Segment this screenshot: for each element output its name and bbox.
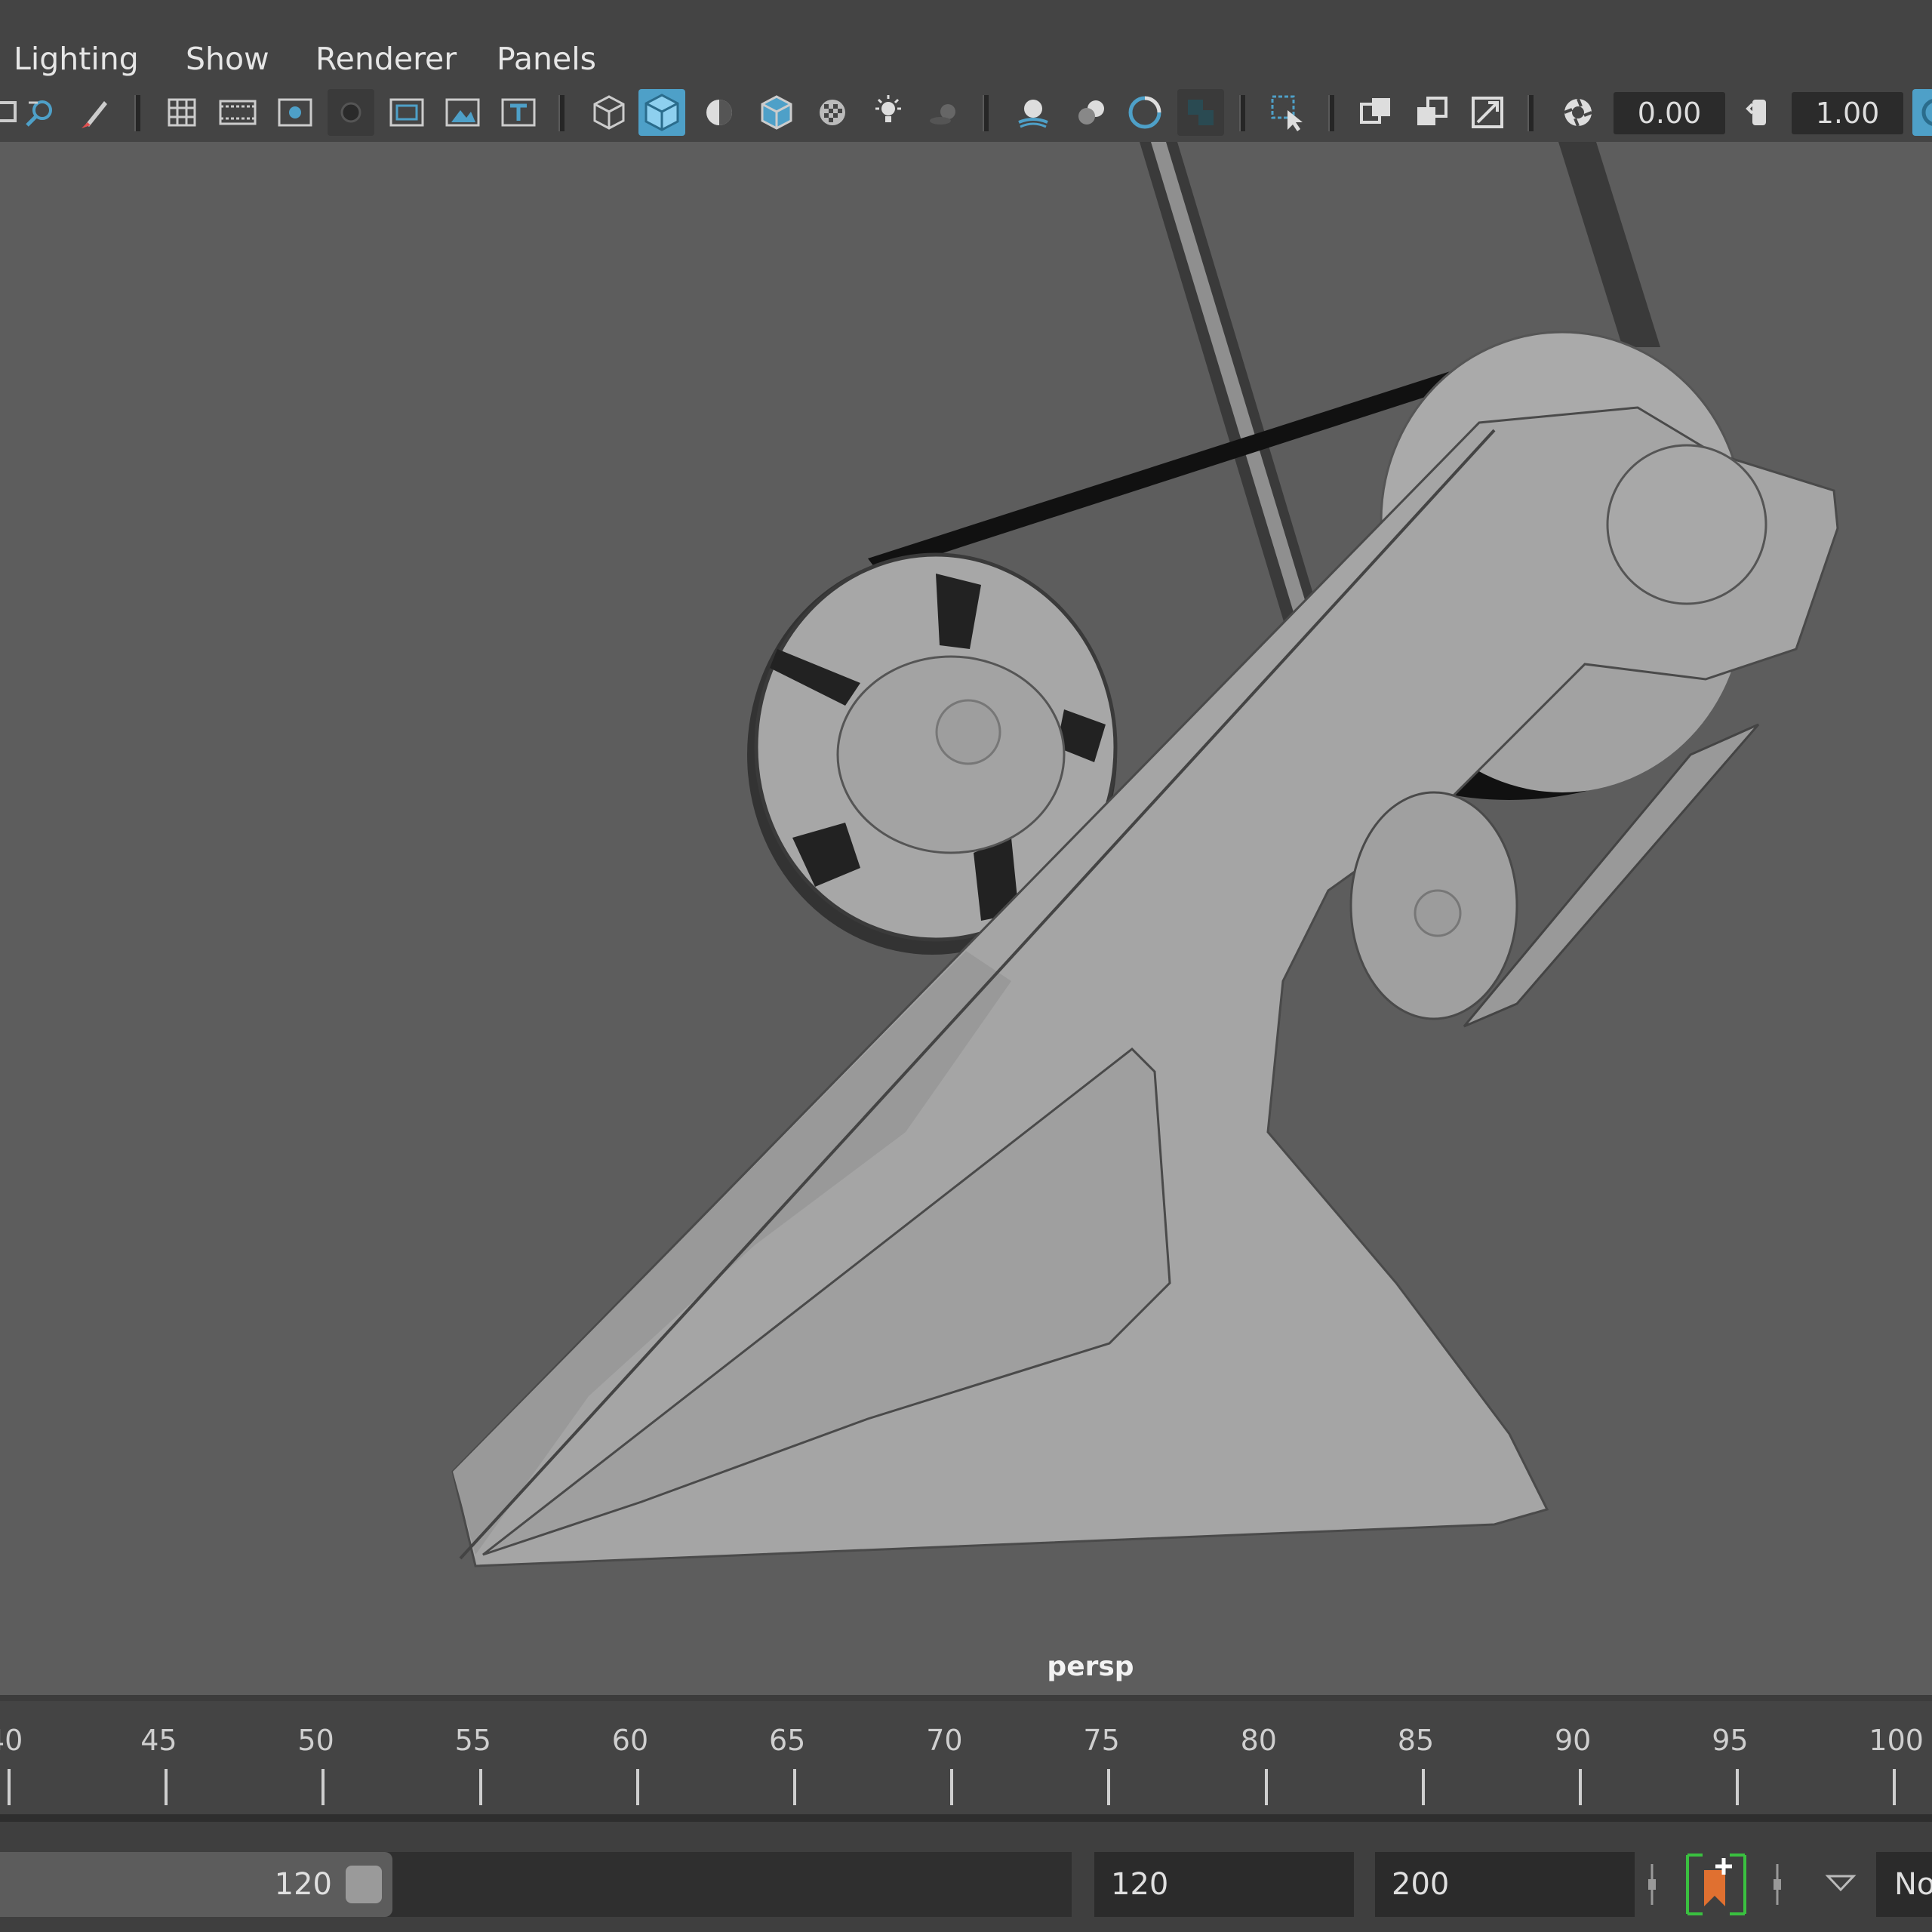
- time-slider-tick-label: 55: [454, 1724, 491, 1757]
- isolate-select-icon[interactable]: [1265, 89, 1312, 136]
- time-slider-tick-label: 45: [140, 1724, 177, 1757]
- time-slider-tick: [1579, 1769, 1582, 1805]
- panel-toolbar: 0.00 1.00: [0, 85, 1932, 143]
- resolution-gate-icon[interactable]: [272, 89, 318, 136]
- auto-key-icon[interactable]: [1681, 1852, 1751, 1917]
- xray-joints-icon[interactable]: [1408, 89, 1455, 136]
- time-slider-tick-label: 95: [1712, 1724, 1749, 1757]
- range-slider-handle[interactable]: [346, 1866, 382, 1903]
- gate-mask-icon[interactable]: [328, 89, 374, 136]
- field-chart-icon[interactable]: [383, 89, 430, 136]
- drum-cap: [1606, 444, 1767, 605]
- time-slider-tick: [8, 1769, 11, 1805]
- toolbar-separator: [1328, 95, 1334, 131]
- camera-tumble-icon[interactable]: [17, 89, 63, 136]
- shadows-icon[interactable]: [921, 89, 968, 136]
- time-slider[interactable]: 40 45 50 55 60 65 70 75 80 85 90 95 100: [0, 1701, 1932, 1822]
- safe-title-icon[interactable]: [495, 89, 542, 136]
- menu-renderer[interactable]: Renderer: [311, 38, 461, 80]
- toolbar-separator: [558, 95, 565, 131]
- pulley-axle: [935, 699, 1001, 765]
- film-gate-icon[interactable]: [214, 89, 261, 136]
- time-slider-bottom-edge: [0, 1814, 1932, 1822]
- time-slider-tick-label: 80: [1240, 1724, 1277, 1757]
- time-slider-tick: [635, 1769, 639, 1805]
- grid-icon[interactable]: [158, 89, 205, 136]
- animation-end-field[interactable]: 200: [1375, 1852, 1635, 1917]
- toolbar-separator: [983, 95, 989, 131]
- xray-active-components-icon[interactable]: [1352, 89, 1399, 136]
- playback-end-field[interactable]: 120: [1094, 1852, 1354, 1917]
- time-slider-tick-label: 85: [1397, 1724, 1435, 1757]
- time-slider-tick-label: 70: [926, 1724, 963, 1757]
- color-management-icon[interactable]: [1912, 89, 1932, 136]
- time-slider-tick: [321, 1769, 325, 1805]
- scene-geometry[interactable]: [0, 142, 1932, 1698]
- window-top-strip: [0, 0, 1932, 35]
- range-separator-icon-2: [1770, 1852, 1784, 1917]
- time-slider-tick: [950, 1769, 954, 1805]
- gamma-field[interactable]: 1.00: [1792, 92, 1903, 134]
- belt-strand-right: [1558, 142, 1660, 347]
- menu-lighting[interactable]: Lighting: [9, 38, 143, 80]
- anim-layer-field[interactable]: No: [1876, 1852, 1932, 1917]
- time-slider-tick-label: 65: [769, 1724, 806, 1757]
- xray-icon[interactable]: [809, 89, 856, 136]
- time-slider-tick: [1421, 1769, 1425, 1805]
- range-slider-bar: 120 120 200 No: [0, 1822, 1932, 1932]
- time-slider-tick: [1736, 1769, 1740, 1805]
- time-slider-tick-label: 100: [1869, 1724, 1924, 1757]
- wireframe-on-shaded-icon[interactable]: [696, 89, 743, 136]
- depth-of-field-icon[interactable]: [1177, 89, 1224, 136]
- bookmark-icon[interactable]: [71, 89, 118, 136]
- toolbar-separator: [1527, 95, 1534, 131]
- use-all-lights-icon[interactable]: [865, 89, 912, 136]
- motion-blur-icon[interactable]: [1067, 89, 1114, 136]
- time-slider-tick: [165, 1769, 168, 1805]
- menu-panels[interactable]: Panels: [492, 38, 601, 80]
- time-slider-tick: [478, 1769, 482, 1805]
- toolbar-separator: [1239, 95, 1245, 131]
- multisample-aa-icon[interactable]: [1121, 89, 1168, 136]
- camera-name-label: persp: [1047, 1651, 1134, 1682]
- image-plane-icon[interactable]: [1464, 89, 1511, 136]
- time-slider-tick-label: 50: [297, 1724, 334, 1757]
- toolbar-separator: [134, 95, 140, 131]
- range-separator-icon: [1645, 1852, 1659, 1917]
- range-slider-end-label: 120: [274, 1867, 332, 1902]
- screen-space-ao-icon[interactable]: [1010, 89, 1057, 136]
- default-material-icon[interactable]: [753, 89, 800, 136]
- time-slider-tick: [1264, 1769, 1268, 1805]
- menu-show[interactable]: Show: [181, 38, 274, 80]
- time-slider-tick: [793, 1769, 796, 1805]
- time-slider-tick-label: 75: [1083, 1724, 1120, 1757]
- time-slider-tick: [1107, 1769, 1111, 1805]
- gamma-icon[interactable]: [1736, 89, 1783, 136]
- time-slider-tick-label: 90: [1555, 1724, 1592, 1757]
- time-slider-tick: [1893, 1769, 1897, 1805]
- chevron-down-icon[interactable]: [1823, 1852, 1858, 1917]
- safe-action-icon[interactable]: [439, 89, 486, 136]
- time-slider-tick-label: 60: [611, 1724, 649, 1757]
- panel-menu-bar: Lighting Show Renderer Panels: [0, 33, 1932, 85]
- smooth-shade-all-icon[interactable]: [638, 89, 685, 136]
- perspective-viewport[interactable]: persp: [0, 142, 1932, 1698]
- range-slider[interactable]: 120: [0, 1852, 1072, 1917]
- exposure-icon[interactable]: [1555, 89, 1601, 136]
- range-slider-fill[interactable]: 120: [0, 1852, 392, 1917]
- small-pulley-axle: [1414, 889, 1462, 937]
- wireframe-icon[interactable]: [586, 89, 632, 136]
- exposure-field[interactable]: 0.00: [1614, 92, 1725, 134]
- viewport-border: [0, 1695, 1932, 1701]
- time-slider-tick-label: 40: [0, 1724, 23, 1757]
